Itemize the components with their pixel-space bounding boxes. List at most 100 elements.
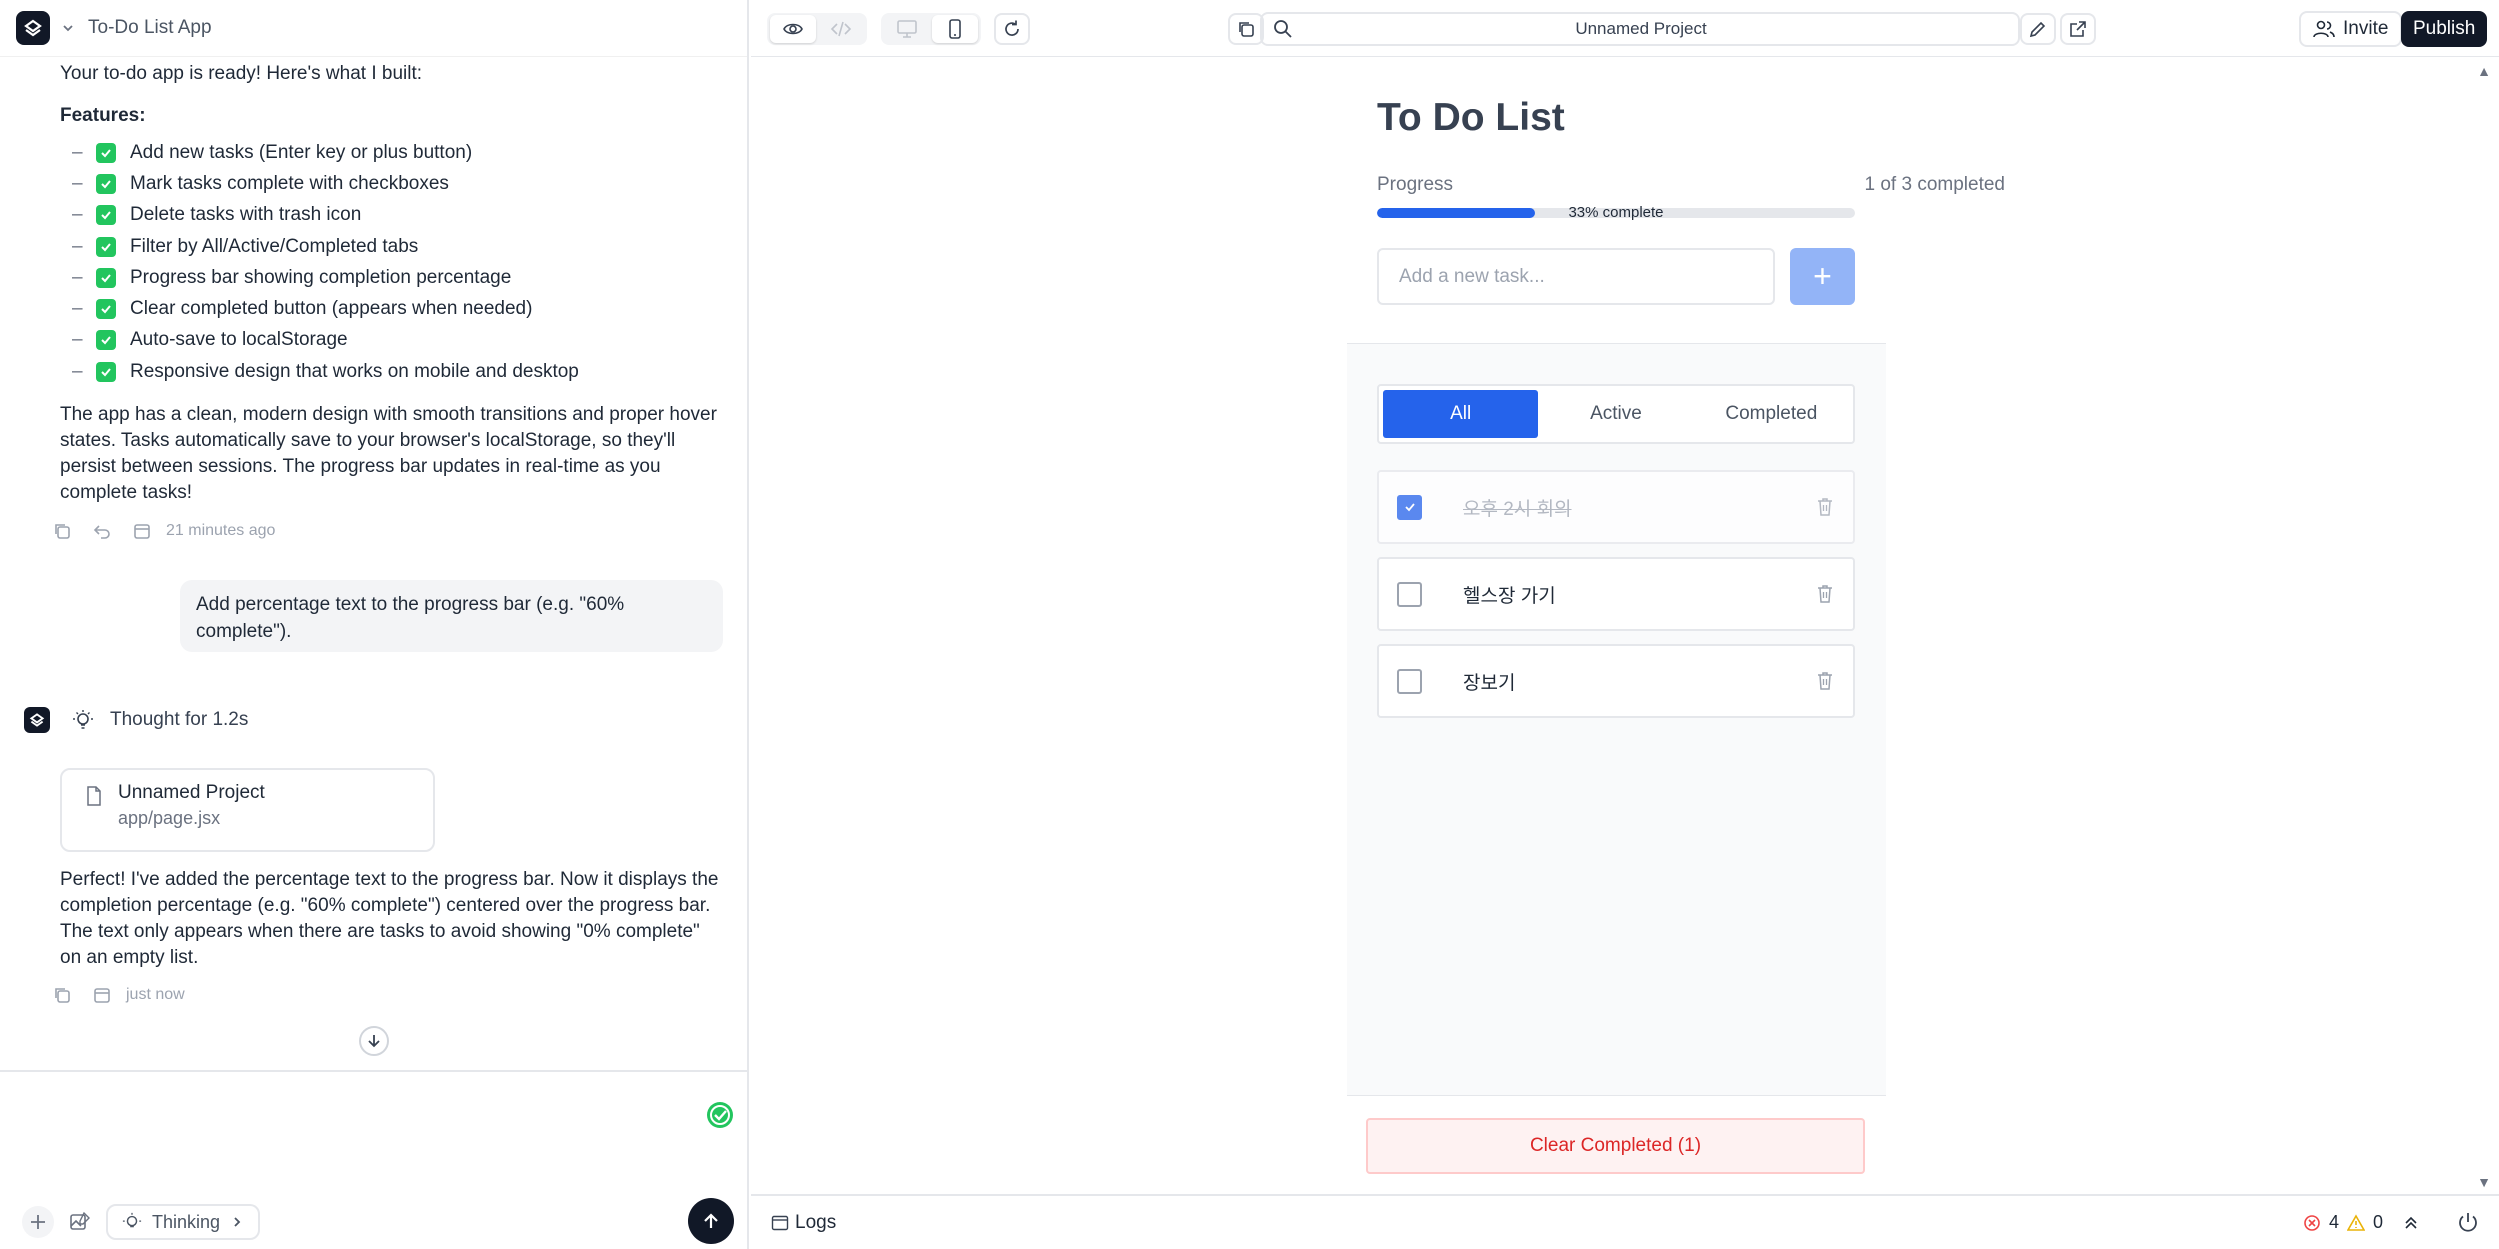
trash-icon[interactable]: [1815, 670, 1835, 692]
check-icon: [96, 142, 116, 163]
lightbulb-icon: [73, 710, 93, 729]
trash-icon[interactable]: [1815, 583, 1835, 605]
check-icon: [96, 236, 116, 257]
trash-icon[interactable]: [1815, 496, 1835, 518]
edit-button[interactable]: [2020, 13, 2056, 45]
send-button[interactable]: [688, 1198, 734, 1244]
app-preview: ▲ To Do List Progress 1 of 3 completed 3…: [751, 57, 2499, 1194]
progress-percent-text: 33% complete: [1568, 204, 1664, 221]
chevrons-up-icon[interactable]: [2403, 1215, 2419, 1231]
url-bar[interactable]: Unnamed Project: [1260, 12, 2020, 46]
open-external-button[interactable]: [2060, 13, 2096, 45]
reply-actions: just now: [52, 985, 185, 1005]
check-icon: [96, 299, 116, 320]
logs-label: Logs: [795, 1212, 837, 1233]
check-icon: [96, 267, 116, 288]
app-logo-icon[interactable]: [16, 11, 50, 45]
undo-icon[interactable]: [92, 521, 112, 541]
refresh-icon: [1005, 20, 1019, 36]
clear-completed-button[interactable]: Clear Completed (1): [1366, 1118, 1865, 1174]
chevron-down-icon[interactable]: [58, 18, 78, 38]
chat-messages: Your to-do app is ready! Here's what I b…: [0, 57, 747, 1067]
task-checkbox[interactable]: [1397, 581, 1422, 607]
image-edit-icon[interactable]: [68, 1210, 92, 1234]
scroll-up-arrow[interactable]: ▲: [2477, 63, 2491, 79]
new-task-input[interactable]: [1377, 248, 1775, 305]
warning-icon: [2347, 1213, 2366, 1231]
list-item: – Clear completed button (appears when ne…: [72, 298, 533, 320]
eye-icon: [783, 23, 803, 35]
error-count: 4: [2329, 1212, 2340, 1232]
task-text: 헬스장 가기: [1463, 585, 1556, 607]
reply-timestamp: just now: [126, 986, 185, 1003]
logs-button[interactable]: Logs: [771, 1212, 836, 1234]
invite-label: Invite: [2343, 18, 2389, 39]
terminal-icon: [771, 1215, 789, 1231]
task-area: All Active Completed 오후 2시 회의 헬스장 가기 장보기: [1347, 343, 1886, 1096]
assistant-avatar-icon: [24, 707, 50, 733]
list-item: – Delete tasks with trash icon: [72, 204, 362, 226]
calendar-icon[interactable]: [92, 985, 112, 1005]
progress-label: Progress: [1377, 174, 1454, 195]
tab-active[interactable]: Active: [1538, 390, 1693, 438]
diagnostics[interactable]: 4 0: [2303, 1212, 2419, 1233]
view-mode-toggle: [767, 13, 867, 45]
add-attachment-button[interactable]: [22, 1206, 54, 1238]
checkmark-icon: [1404, 503, 1415, 512]
mobile-view-button[interactable]: [932, 15, 978, 43]
thinking-toggle[interactable]: Thinking: [106, 1204, 261, 1240]
copy-icon[interactable]: [52, 521, 72, 541]
thinking-label: Thinking: [152, 1211, 221, 1232]
users-icon: [2313, 20, 2335, 38]
task-item: 장보기: [1377, 644, 1855, 718]
assistant-intro: Your to-do app is ready! Here's what I b…: [60, 63, 423, 84]
tab-all[interactable]: All: [1383, 390, 1539, 438]
thought-label: Thought for 1.2s: [110, 709, 249, 730]
warning-count: 0: [2373, 1212, 2384, 1232]
list-item: – Progress bar showing completion percent…: [72, 266, 512, 288]
task-item: 헬스장 가기: [1377, 557, 1855, 631]
pencil-icon: [2029, 21, 2046, 38]
copy-button[interactable]: [1228, 13, 1264, 45]
external-link-icon: [2070, 21, 2086, 37]
project-title[interactable]: To-Do List App: [88, 17, 212, 39]
chat-composer[interactable]: Thinking: [0, 1070, 747, 1249]
progress-count: 1 of 3 completed: [1864, 174, 2005, 195]
tab-completed[interactable]: Completed: [1694, 390, 1849, 438]
check-icon: [96, 330, 116, 351]
thought-row[interactable]: Thought for 1.2s: [24, 707, 248, 733]
features-heading: Features:: [60, 105, 146, 126]
file-card-path: app/page.jsx: [118, 808, 221, 828]
todo-title: To Do List: [1377, 96, 1565, 139]
calendar-icon[interactable]: [132, 521, 152, 541]
phone-icon: [949, 19, 961, 39]
list-item: – Responsive design that works on mobile …: [72, 360, 579, 382]
add-task-button[interactable]: +: [1790, 248, 1855, 305]
list-item: – Filter by All/Active/Completed tabs: [72, 235, 419, 257]
user-message: Add percentage text to the progress bar …: [180, 580, 723, 652]
arrow-down-icon: [368, 1035, 380, 1048]
plus-icon: +: [1813, 258, 1832, 294]
task-checkbox[interactable]: [1397, 668, 1422, 694]
search-icon: [1274, 20, 1292, 38]
desktop-view-button[interactable]: [884, 15, 930, 43]
device-toggle: [881, 13, 981, 45]
scroll-to-bottom-button[interactable]: [359, 1026, 389, 1056]
list-item: – Mark tasks complete with checkboxes: [72, 172, 449, 194]
copy-icon[interactable]: [52, 985, 72, 1005]
task-checkbox[interactable]: [1397, 494, 1422, 520]
arrow-up-icon: [704, 1213, 718, 1228]
invite-button[interactable]: Invite: [2299, 11, 2403, 47]
assistant-summary: The app has a clean, modern design with …: [60, 404, 717, 503]
features-list: – Add new tasks (Enter key or plus button…: [72, 137, 579, 387]
check-icon: [96, 173, 116, 194]
preview-mode-button[interactable]: [770, 15, 816, 43]
code-mode-button[interactable]: [818, 15, 864, 43]
file-card[interactable]: Unnamed Project app/page.jsx: [60, 768, 435, 852]
task-text: 오후 2시 회의: [1463, 498, 1572, 520]
publish-button[interactable]: Publish: [2401, 11, 2488, 47]
scroll-down-arrow[interactable]: ▼: [2477, 1174, 2491, 1190]
refresh-button[interactable]: [994, 13, 1030, 45]
power-icon[interactable]: [2455, 1210, 2481, 1236]
code-icon: [830, 21, 852, 37]
